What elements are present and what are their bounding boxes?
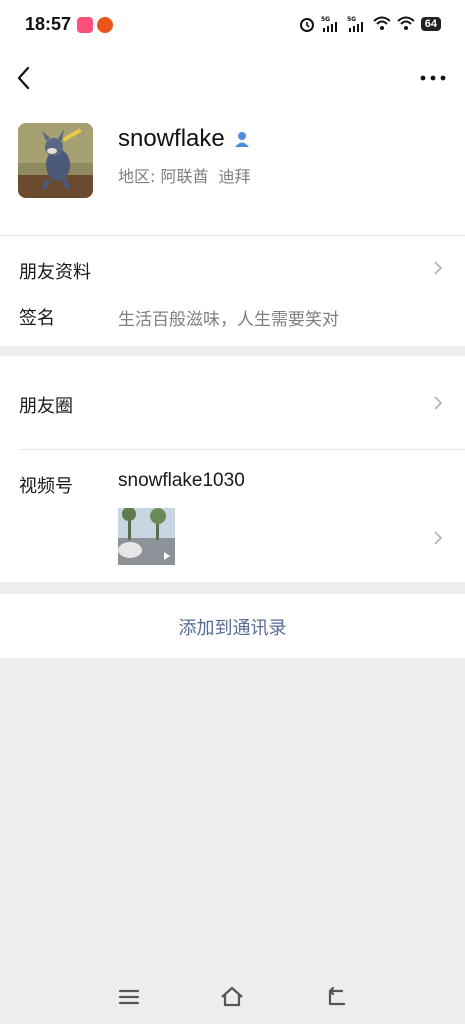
app-notification-icon-2	[97, 17, 113, 33]
battery-icon: 64	[420, 17, 441, 31]
menu-icon[interactable]	[118, 980, 140, 1014]
info-section: 朋友资料 签名 生活百般滋味，人生需要笑对	[0, 236, 465, 346]
channel-video-thumbnail[interactable]	[118, 508, 175, 565]
moments-label: 朋友圈	[19, 396, 73, 417]
moments-section: 朋友圈 视频号 snowflake1030	[0, 356, 465, 582]
status-bar: 18:57 5G 5G 64	[0, 0, 465, 50]
home-icon[interactable]	[219, 980, 245, 1014]
back-arrow-icon[interactable]	[14, 64, 34, 92]
app-notification-icon	[77, 17, 93, 33]
chevron-right-icon	[434, 396, 443, 410]
region-country: 阿联酋	[160, 167, 209, 186]
region-label: 地区:	[118, 167, 156, 186]
signature-value: 生活百般滋味，人生需要笑对	[118, 310, 339, 330]
profile-header: snowflake 地区: 阿联酋 迪拜	[0, 105, 465, 235]
signal-5g-icon: 5G	[321, 16, 337, 32]
region-city: 迪拜	[218, 167, 251, 186]
chevron-right-icon	[434, 261, 443, 275]
channels-label: 视频号	[19, 476, 73, 497]
chevron-right-icon	[434, 531, 443, 545]
verified-user-icon	[234, 132, 249, 147]
profile-name: snowflake	[118, 125, 225, 152]
signature-label: 签名	[19, 308, 55, 329]
svg-text:5G: 5G	[321, 16, 330, 23]
wifi-icon	[397, 16, 415, 30]
alarm-icon	[299, 18, 314, 32]
avatar[interactable]	[18, 123, 93, 198]
status-time: 18:57	[25, 14, 72, 34]
status-icons: 5G 5G 64	[299, 15, 441, 33]
hotspot-icon	[373, 16, 391, 30]
add-contact-bar: 添加到通讯录	[0, 594, 465, 658]
nav-bar	[0, 50, 465, 105]
channels-id: snowflake1030	[118, 470, 245, 491]
friend-info-row[interactable]: 朋友资料	[0, 236, 465, 296]
svg-text:5G: 5G	[347, 16, 356, 23]
signal-5g-icon-2: 5G	[347, 16, 363, 32]
moments-row[interactable]: 朋友圈	[0, 356, 465, 449]
back-icon[interactable]	[324, 980, 348, 1014]
more-options-icon[interactable]	[419, 68, 447, 88]
system-nav-bar	[0, 980, 465, 1014]
add-to-contacts-button[interactable]: 添加到通讯录	[179, 614, 287, 640]
friend-info-label: 朋友资料	[19, 262, 91, 283]
region: 地区: 阿联酋 迪拜	[118, 163, 251, 187]
channels-row[interactable]: 视频号 snowflake1030	[0, 450, 465, 582]
name-row: snowflake	[118, 125, 251, 153]
